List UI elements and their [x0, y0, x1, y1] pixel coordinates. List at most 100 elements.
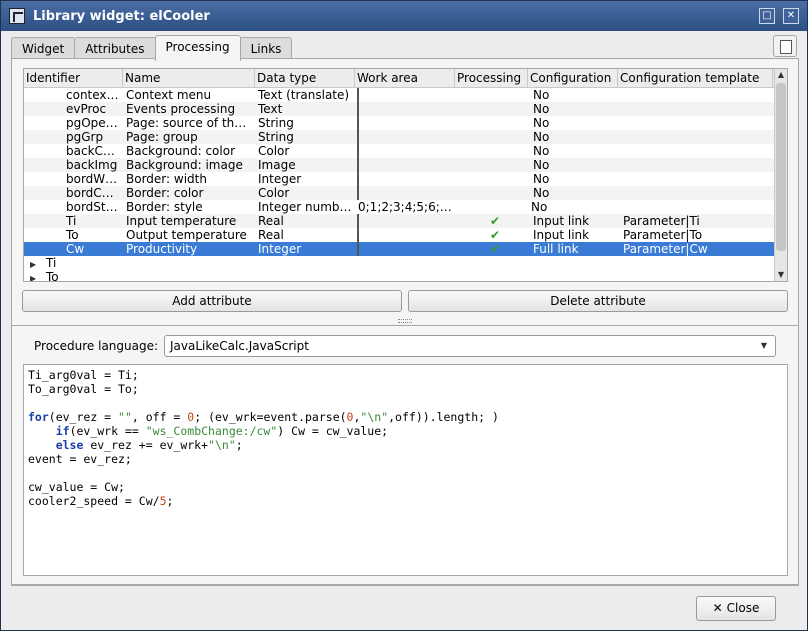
- tab-bar: Widget Attributes Processing Links: [11, 35, 293, 61]
- procedure-language-select[interactable]: JavaLikeCalc.JavaScript ▼: [164, 335, 776, 357]
- tree-item-ti[interactable]: ▶ Ti: [24, 256, 787, 270]
- table-row[interactable]: Cw Productivity Integer ✔ Full link Parameter…: [24, 242, 787, 256]
- table-header: Identifier Name Data type Work area Proc…: [24, 69, 787, 88]
- cell-configuration: No: [531, 200, 548, 214]
- splitter-handle[interactable]: [398, 319, 412, 323]
- table-body: contex… Context menu Text (translate) No evP…: [24, 88, 787, 256]
- close-icon[interactable]: ✕: [783, 8, 799, 24]
- cell-name: Input temperature: [126, 214, 237, 228]
- scroll-up-icon[interactable]: ▲: [775, 69, 787, 81]
- cell-configuration: Full link: [533, 242, 579, 256]
- maximize-icon[interactable]: □: [759, 8, 775, 24]
- cell-name: Page: group: [126, 130, 198, 144]
- table-row[interactable]: backImg Background: image Image No: [24, 158, 787, 172]
- table-row[interactable]: To Output temperature Real ✔ Input link Param…: [24, 228, 787, 242]
- cell-processing: [457, 130, 530, 144]
- tab-links[interactable]: Links: [239, 37, 293, 60]
- expand-arrow-icon[interactable]: ▶: [30, 272, 46, 281]
- table-scrollbar[interactable]: ▲ ▼: [774, 69, 787, 281]
- cell-configuration-template: [620, 88, 775, 102]
- table-row[interactable]: evProc Events processing Text No: [24, 102, 787, 116]
- header-work-area[interactable]: Work area: [355, 69, 455, 87]
- tree-item-label: Ti: [46, 256, 57, 270]
- code-line: event = ev_rez;: [28, 452, 132, 466]
- close-x-icon: ✕: [712, 601, 723, 615]
- cell-work-area: 0;1;2;3;4;5;6;…: [358, 200, 452, 214]
- cell-processing: [457, 88, 530, 102]
- cell-configuration-template: Parameter|Cw: [623, 242, 708, 256]
- scroll-down-icon[interactable]: ▼: [775, 269, 787, 281]
- cell-configuration-template: [620, 102, 775, 116]
- cell-identifier: pgOpe…: [66, 116, 118, 130]
- code-line: if(ev_wrk == "ws_CombChange:/cw") Cw = c…: [55, 424, 389, 438]
- header-name[interactable]: Name: [123, 69, 255, 87]
- cell-work-area: [357, 102, 457, 116]
- cell-processing: [457, 186, 530, 200]
- cell-configuration: Input link: [533, 228, 590, 242]
- cell-identifier: bordC…: [66, 186, 114, 200]
- cell-work-area: [357, 228, 457, 242]
- table-row[interactable]: contex… Context menu Text (translate) No: [24, 88, 787, 102]
- table-row[interactable]: bordW… Border: width Integer No: [24, 172, 787, 186]
- table-row[interactable]: pgOpe… Page: source of th… String No: [24, 116, 787, 130]
- cell-name: Background: image: [126, 158, 243, 172]
- cell-processing: ✔: [457, 242, 530, 256]
- header-identifier[interactable]: Identifier: [24, 69, 123, 87]
- add-attribute-button[interactable]: Add attribute: [22, 290, 402, 312]
- cell-configuration: No: [533, 172, 550, 186]
- cell-work-area: [357, 186, 457, 200]
- cell-configuration: Input link: [533, 214, 590, 228]
- cell-data-type: Real: [258, 228, 284, 242]
- cell-identifier: bordSt…: [66, 200, 118, 214]
- table-row[interactable]: backC… Background: color Color No: [24, 144, 787, 158]
- cell-configuration-template: Parameter|To: [623, 228, 703, 242]
- table-row[interactable]: bordC… Border: color Color No: [24, 186, 787, 200]
- cell-processing: ✔: [457, 214, 530, 228]
- table-row[interactable]: Ti Input temperature Real ✔ Input link Parame…: [24, 214, 787, 228]
- delete-attribute-button[interactable]: Delete attribute: [408, 290, 788, 312]
- cell-configuration-template: [620, 144, 775, 158]
- table-row[interactable]: bordSt… Border: style Integer numb… 0;1;2;3…: [24, 200, 787, 214]
- cell-identifier: pgGrp: [66, 130, 104, 144]
- cell-work-area: [357, 130, 457, 144]
- header-configuration[interactable]: Configuration: [528, 69, 618, 87]
- header-data-type[interactable]: Data type: [255, 69, 355, 87]
- cell-data-type: String: [258, 130, 294, 144]
- close-button[interactable]: ✕ Close: [696, 596, 776, 621]
- cell-data-type: Integer: [258, 172, 302, 186]
- cell-data-type: Integer numb…: [258, 200, 352, 214]
- cell-name: Border: style: [126, 200, 203, 214]
- cell-work-area: [357, 214, 457, 228]
- cell-configuration: No: [533, 116, 550, 130]
- scroll-thumb[interactable]: [776, 83, 786, 251]
- document-icon[interactable]: [773, 35, 797, 57]
- cell-processing: [457, 172, 530, 186]
- procedure-code-editor[interactable]: Ti_arg0val = Ti; To_arg0val = To; for(ev_…: [23, 364, 788, 576]
- header-processing[interactable]: Processing: [455, 69, 528, 87]
- cell-identifier: To: [66, 228, 79, 242]
- tab-attributes[interactable]: Attributes: [74, 37, 156, 60]
- cell-processing: [457, 116, 530, 130]
- cell-configuration: No: [533, 88, 550, 102]
- procedure-pane: Procedure language: JavaLikeCalc.JavaScr…: [11, 325, 799, 585]
- cell-work-area: [357, 242, 457, 256]
- code-line: To_arg0val = To;: [28, 382, 139, 396]
- attributes-table: Identifier Name Data type Work area Proc…: [23, 68, 788, 282]
- cell-configuration: No: [533, 158, 550, 172]
- table-row[interactable]: pgGrp Page: group String No: [24, 130, 787, 144]
- cell-identifier: contex…: [66, 88, 119, 102]
- cell-work-area: [357, 144, 457, 158]
- tab-widget[interactable]: Widget: [11, 37, 76, 60]
- cell-name: Border: color: [126, 186, 204, 200]
- tree-item-to[interactable]: ▶ To: [24, 270, 787, 281]
- header-configuration-template[interactable]: Configuration template: [618, 69, 773, 87]
- checkmark-icon: ✔: [489, 242, 501, 256]
- cell-configuration: No: [533, 186, 550, 200]
- cell-configuration-template: [618, 200, 773, 214]
- tab-processing[interactable]: Processing: [154, 35, 241, 61]
- cell-configuration-template: Parameter|Ti: [623, 214, 700, 228]
- cell-configuration-template: [620, 158, 775, 172]
- cell-processing: [455, 200, 528, 214]
- library-widget-window: Library widget: elCooler □ ✕ Widget Attr…: [0, 0, 808, 631]
- cell-processing: [457, 144, 530, 158]
